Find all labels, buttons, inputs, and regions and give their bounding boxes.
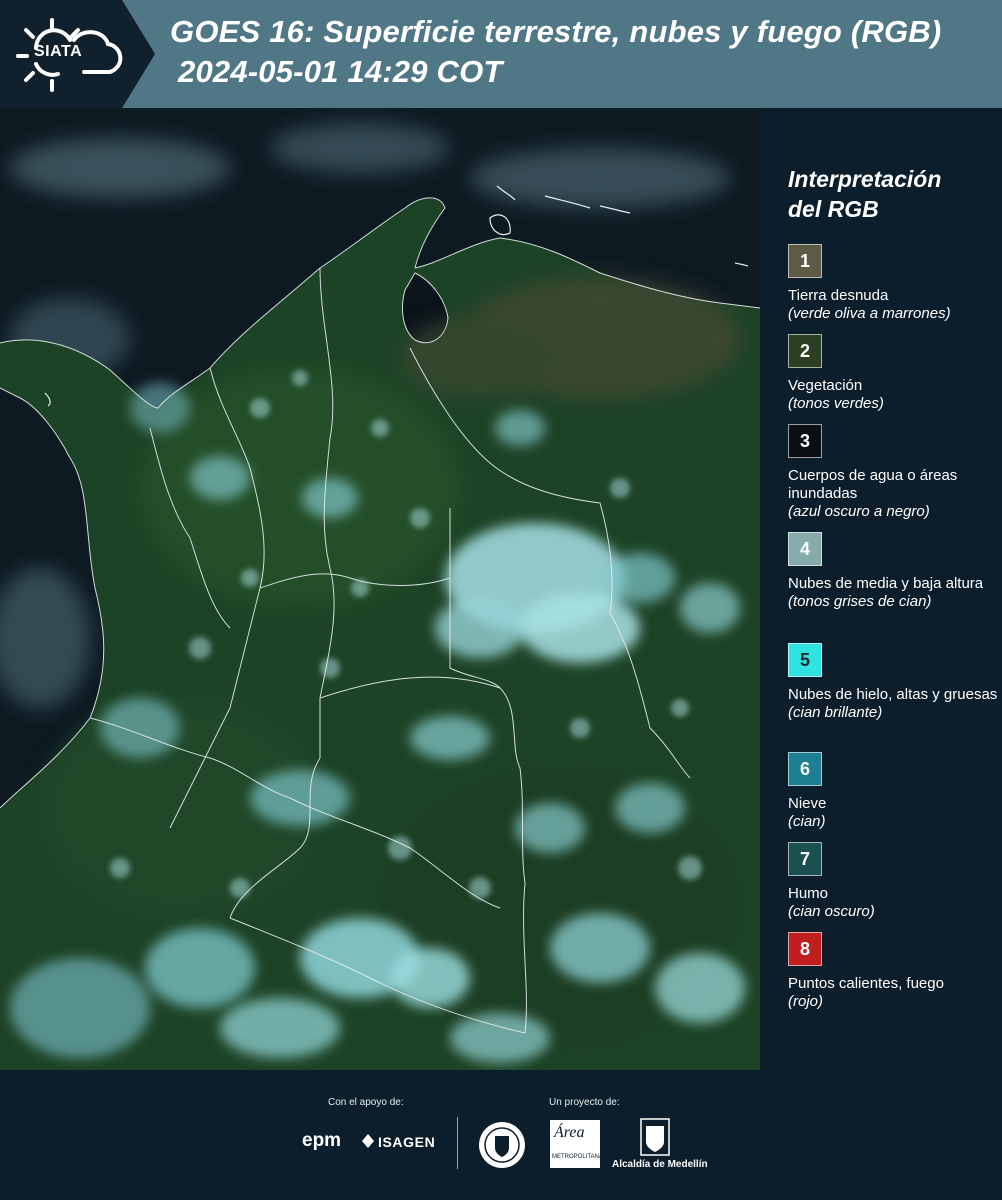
siata-logo: SIATA — [0, 0, 155, 108]
legend-item-4: 4 Nubes de media y baja altura (tonos gr… — [788, 532, 998, 611]
legend-swatch-3: 3 — [788, 424, 822, 458]
legend-desc-5: (cian brillante) — [788, 704, 883, 721]
legend-title-line2: del RGB — [788, 196, 879, 222]
legend-swatch-1: 1 — [788, 244, 822, 278]
legend-gap — [760, 108, 775, 1070]
legend-item-6: 6 Nieve (cian) — [788, 752, 998, 831]
datetime-label: 2024-05-01 14:29 COT — [178, 54, 503, 89]
area-metropolitana-logo: Área METROPOLITANA — [550, 1120, 603, 1168]
legend-swatch-5: 5 — [788, 643, 822, 677]
legend-desc-7: (cian oscuro) — [788, 903, 875, 920]
legend-label-1: Tierra desnuda — [788, 287, 889, 304]
legend-title: Interpretación del RGB — [788, 164, 998, 224]
page-title: GOES 16: Superficie terrestre, nubes y f… — [170, 14, 942, 49]
legend-item-8: 8 Puntos calientes, fuego (rojo) — [788, 932, 998, 1011]
area-logo-sub: METROPOLITANA — [552, 1154, 603, 1160]
legend-desc-4: (tonos grises de cian) — [788, 593, 932, 610]
legend-desc-1: (verde oliva a marrones) — [788, 305, 951, 322]
legend-item-5: 5 Nubes de hielo, altas y gruesas (cian … — [788, 643, 998, 722]
rgb-legend: Interpretación del RGB 1 Tierra desnuda … — [775, 108, 1002, 1070]
legend-desc-6: (cian) — [788, 813, 826, 830]
isagen-icon — [362, 1134, 374, 1148]
legend-label-4: Nubes de media y baja altura — [788, 575, 984, 592]
logo-text: SIATA — [34, 43, 83, 60]
antioquia-seal-icon — [479, 1122, 525, 1168]
legend-label-2: Vegetación — [788, 377, 863, 394]
epm-logo: epm — [302, 1130, 342, 1151]
project-label: Un proyecto de: — [549, 1097, 620, 1108]
medellin-shield-icon — [640, 1118, 670, 1156]
footer-sponsors: Con el apoyo de: Un proyecto de: epm ISA… — [0, 1070, 1002, 1200]
legend-label-8: Puntos calientes, fuego — [788, 975, 944, 992]
satellite-map — [0, 108, 760, 1070]
legend-item-2: 2 Vegetación (tonos verdes) — [788, 334, 998, 413]
support-label: Con el apoyo de: — [328, 1097, 404, 1108]
legend-label-6: Nieve — [788, 795, 827, 812]
legend-item-3: 3 Cuerpos de agua o áreas inundadas (azu… — [788, 424, 998, 521]
header-bar: SIATA GOES 16: Superficie terrestre, nub… — [0, 0, 1002, 108]
legend-swatch-8: 8 — [788, 932, 822, 966]
satellite-image — [0, 108, 760, 1070]
alcaldia-logo-text: Alcaldía de Medellín — [612, 1159, 708, 1170]
legend-swatch-2: 2 — [788, 334, 822, 368]
legend-label-7: Humo — [788, 885, 829, 902]
footer-divider — [457, 1117, 458, 1169]
legend-desc-3: (azul oscuro a negro) — [788, 503, 930, 520]
isagen-logo: ISAGEN — [378, 1134, 436, 1150]
legend-swatch-6: 6 — [788, 752, 822, 786]
legend-desc-8: (rojo) — [788, 993, 824, 1010]
legend-label-3: Cuerpos de agua o áreas inundadas — [788, 467, 958, 502]
legend-title-line1: Interpretación — [788, 166, 942, 192]
legend-item-1: 1 Tierra desnuda (verde oliva a marrones… — [788, 244, 998, 323]
legend-item-7: 7 Humo (cian oscuro) — [788, 842, 998, 921]
legend-swatch-7: 7 — [788, 842, 822, 876]
legend-label-5: Nubes de hielo, altas y gruesas — [788, 686, 998, 703]
legend-desc-2: (tonos verdes) — [788, 395, 884, 412]
area-logo-text: Área — [554, 1124, 585, 1141]
legend-swatch-4: 4 — [788, 532, 822, 566]
